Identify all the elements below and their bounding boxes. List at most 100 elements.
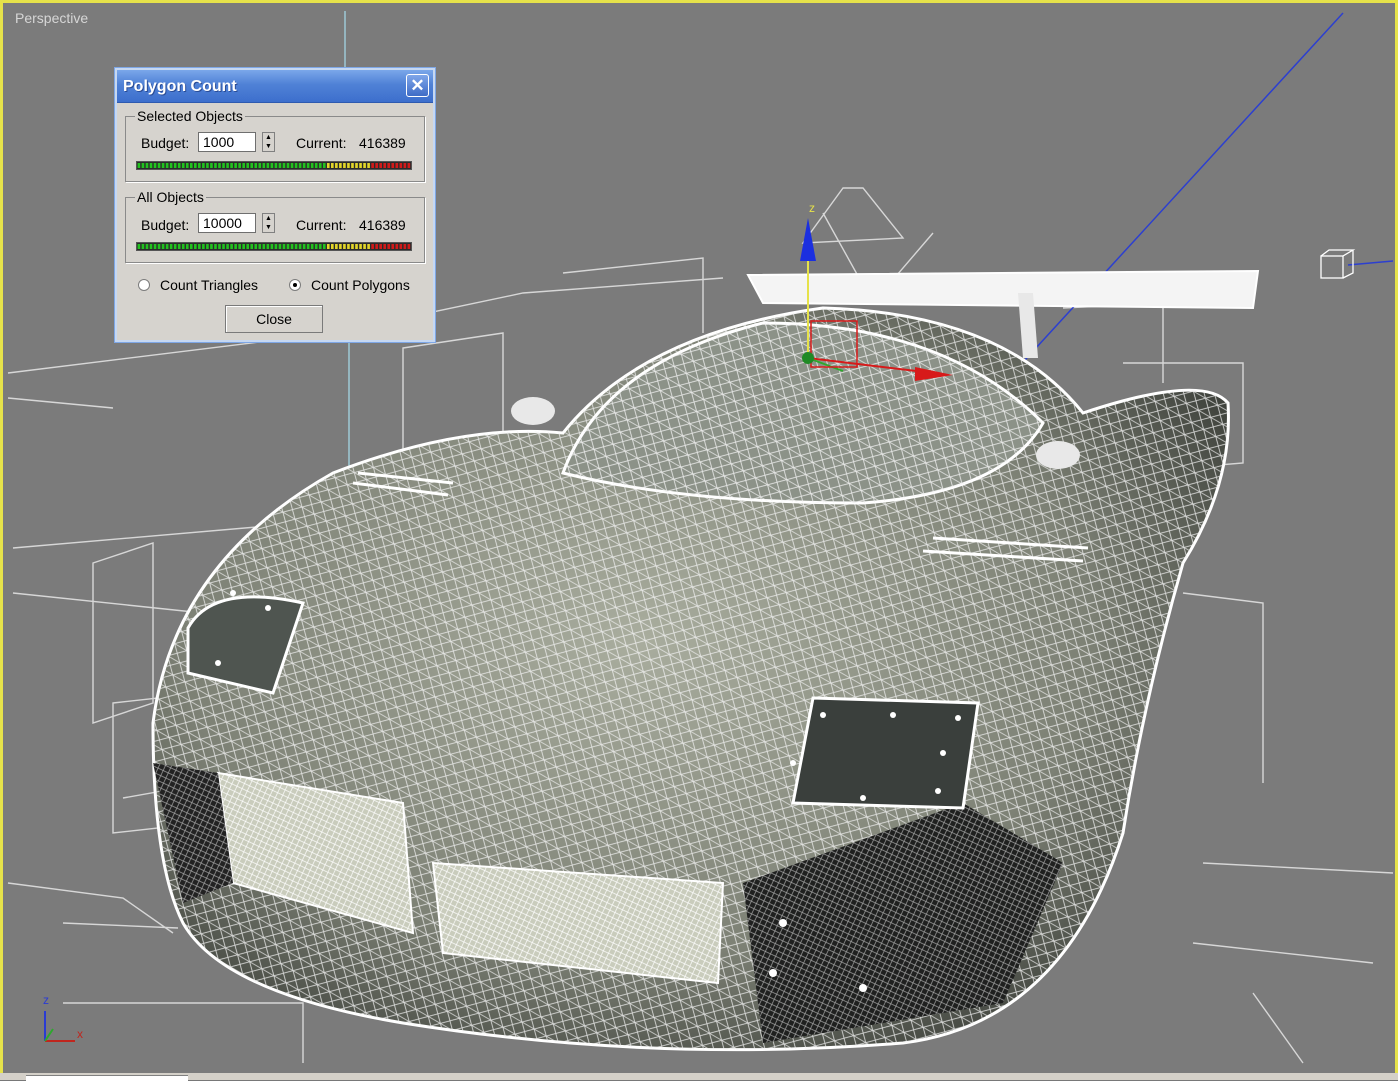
all-current-label: Current: bbox=[296, 217, 347, 233]
meter-segment bbox=[181, 163, 185, 168]
meter-segment bbox=[314, 244, 318, 249]
meter-segment bbox=[298, 163, 302, 168]
selected-budget-input[interactable]: 1000 bbox=[198, 132, 256, 152]
meter-segment bbox=[290, 244, 294, 249]
meter-segment bbox=[343, 163, 346, 168]
meter-segment bbox=[335, 244, 338, 249]
selected-current-label: Current: bbox=[296, 135, 347, 151]
meter-segment bbox=[250, 244, 254, 249]
meter-segment bbox=[258, 244, 262, 249]
meter-segment bbox=[226, 244, 229, 249]
meter-segment bbox=[331, 244, 334, 249]
meter-segment bbox=[189, 163, 193, 168]
count-polygons-label[interactable]: Count Polygons bbox=[311, 277, 410, 293]
meter-segment bbox=[145, 163, 149, 168]
meter-segment bbox=[407, 244, 411, 249]
all-meter-bar bbox=[137, 244, 411, 249]
dialog-title-bar[interactable]: Polygon Count ✕ bbox=[117, 70, 433, 103]
meter-segment bbox=[274, 244, 278, 249]
meter-segment bbox=[169, 244, 173, 249]
count-triangles-label[interactable]: Count Triangles bbox=[160, 277, 258, 293]
meter-segment bbox=[399, 244, 403, 249]
meter-segment bbox=[181, 244, 185, 249]
meter-segment bbox=[371, 163, 374, 168]
meter-segment bbox=[351, 163, 354, 168]
meter-segment bbox=[347, 244, 350, 249]
meter-segment bbox=[238, 244, 241, 249]
meter-segment bbox=[351, 244, 354, 249]
count-polygons-radio[interactable] bbox=[289, 279, 301, 291]
meter-segment bbox=[185, 244, 189, 249]
meter-segment bbox=[149, 244, 153, 249]
meter-segment bbox=[141, 244, 145, 249]
dialog-title: Polygon Count bbox=[123, 78, 237, 95]
meter-segment bbox=[161, 163, 165, 168]
meter-segment bbox=[278, 244, 282, 249]
selected-budget-spinner[interactable]: ▲ ▼ bbox=[262, 132, 275, 152]
all-count-meter bbox=[136, 242, 412, 251]
svg-text:z: z bbox=[809, 201, 815, 215]
meter-segment bbox=[367, 244, 370, 249]
meter-segment bbox=[234, 244, 237, 249]
meter-segment bbox=[230, 244, 233, 249]
meter-segment bbox=[367, 163, 370, 168]
meter-segment bbox=[326, 244, 330, 249]
count-triangles-radio[interactable] bbox=[138, 279, 150, 291]
meter-segment bbox=[403, 244, 407, 249]
meter-segment bbox=[270, 163, 274, 168]
meter-segment bbox=[355, 244, 358, 249]
meter-segment bbox=[177, 163, 181, 168]
meter-segment bbox=[387, 244, 391, 249]
meter-segment bbox=[286, 244, 290, 249]
polygon-count-dialog: Polygon Count ✕ Selected Objects Budget:… bbox=[114, 67, 436, 343]
meter-segment bbox=[258, 163, 262, 168]
meter-segment bbox=[335, 163, 338, 168]
meter-segment bbox=[270, 244, 274, 249]
status-strip bbox=[0, 1073, 1398, 1081]
selected-current-value: 416389 bbox=[359, 135, 406, 151]
selected-meter-bar bbox=[137, 163, 411, 168]
close-icon[interactable]: ✕ bbox=[406, 74, 429, 97]
all-budget-spinner[interactable]: ▲ ▼ bbox=[262, 213, 275, 233]
meter-segment bbox=[137, 163, 141, 168]
meter-segment bbox=[379, 244, 382, 249]
meter-segment bbox=[206, 163, 209, 168]
meter-segment bbox=[379, 163, 382, 168]
meter-segment bbox=[202, 163, 205, 168]
meter-segment bbox=[310, 244, 314, 249]
selected-objects-group: Selected Objects Budget: 1000 ▲ ▼ Current… bbox=[125, 108, 425, 182]
meter-segment bbox=[254, 163, 258, 168]
meter-segment bbox=[173, 163, 177, 168]
all-objects-legend: All Objects bbox=[135, 189, 206, 205]
meter-segment bbox=[326, 163, 330, 168]
meter-segment bbox=[185, 163, 189, 168]
meter-segment bbox=[322, 244, 326, 249]
meter-segment bbox=[391, 163, 395, 168]
meter-segment bbox=[214, 244, 217, 249]
meter-segment bbox=[234, 163, 237, 168]
meter-segment bbox=[242, 163, 245, 168]
meter-segment bbox=[359, 163, 362, 168]
all-budget-input[interactable]: 10000 bbox=[198, 213, 256, 233]
meter-segment bbox=[395, 244, 399, 249]
meter-segment bbox=[331, 163, 334, 168]
meter-segment bbox=[262, 244, 266, 249]
all-current-value: 416389 bbox=[359, 217, 406, 233]
close-button[interactable]: Close bbox=[225, 305, 323, 333]
meter-segment bbox=[157, 163, 161, 168]
meter-segment bbox=[198, 244, 201, 249]
meter-segment bbox=[173, 244, 177, 249]
axis-tripod-icon bbox=[44, 1011, 75, 1042]
meter-segment bbox=[214, 163, 217, 168]
status-field[interactable] bbox=[26, 1075, 188, 1081]
meter-segment bbox=[347, 163, 350, 168]
meter-segment bbox=[222, 244, 225, 249]
meter-segment bbox=[383, 163, 387, 168]
meter-segment bbox=[363, 163, 366, 168]
selected-count-meter bbox=[136, 161, 412, 170]
meter-segment bbox=[165, 163, 169, 168]
meter-segment bbox=[246, 244, 250, 249]
meter-segment bbox=[318, 244, 322, 249]
meter-segment bbox=[302, 244, 306, 249]
meter-segment bbox=[222, 163, 225, 168]
